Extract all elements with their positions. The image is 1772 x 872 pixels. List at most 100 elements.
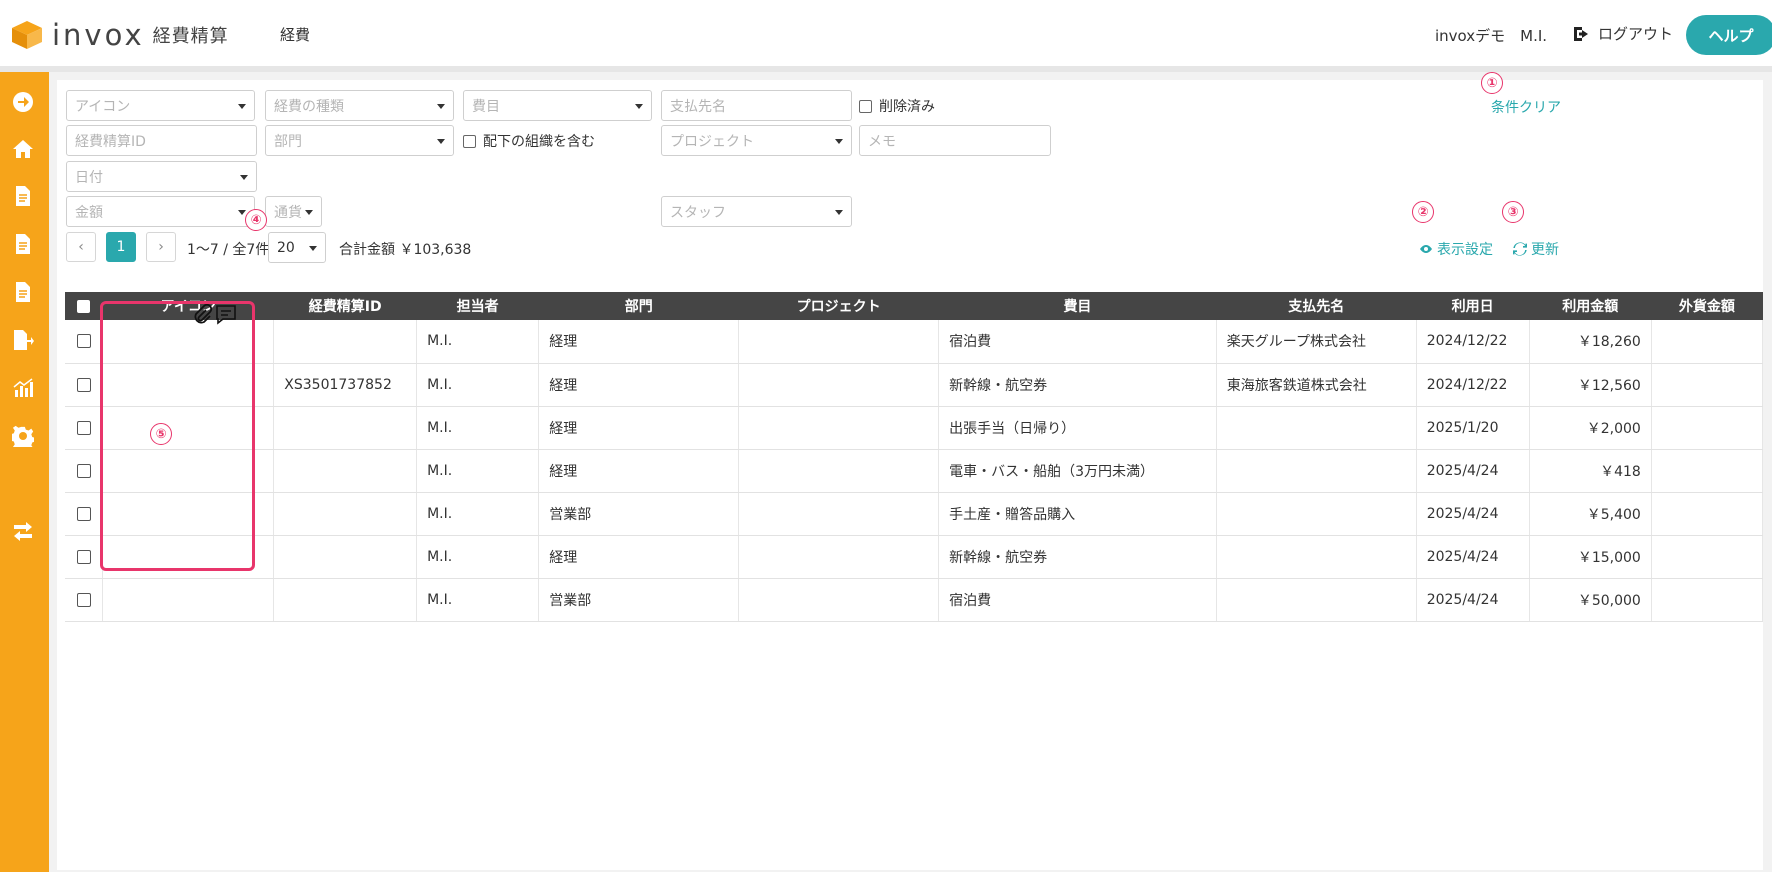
memo-input[interactable]: メモ bbox=[859, 125, 1051, 156]
col-header-date[interactable]: 利用日 bbox=[1416, 292, 1530, 320]
memo-placeholder: メモ bbox=[868, 133, 896, 150]
checkbox-box[interactable] bbox=[859, 99, 872, 113]
foreign-amount-cell bbox=[1651, 320, 1764, 364]
icon-filter-select[interactable]: アイコン bbox=[66, 90, 255, 121]
select-all-checkbox[interactable] bbox=[77, 299, 91, 313]
chevron-down-icon bbox=[309, 246, 317, 251]
col-header-payee[interactable]: 支払先名 bbox=[1216, 292, 1417, 320]
logout-button[interactable]: ログアウト bbox=[1572, 23, 1673, 44]
document-export-icon[interactable] bbox=[11, 328, 35, 352]
row-select-cell[interactable] bbox=[65, 406, 104, 450]
row-select-cell[interactable] bbox=[65, 320, 104, 364]
currency-select[interactable]: 通貨 bbox=[265, 196, 322, 227]
amount-placeholder: 金額 bbox=[75, 204, 103, 221]
row-select-cell[interactable] bbox=[65, 449, 104, 493]
expense-id-cell: XS3501737852 bbox=[273, 363, 418, 407]
col-header-staff[interactable]: 担当者 bbox=[416, 292, 540, 320]
staff-cell: M.I. bbox=[416, 535, 540, 579]
prev-page-button[interactable]: ‹ bbox=[66, 232, 96, 262]
staff-select[interactable]: スタッフ bbox=[661, 196, 852, 227]
expense-type-placeholder: 経費の種類 bbox=[274, 98, 344, 115]
col-header-foreign-amount[interactable]: 外貨金額 bbox=[1651, 292, 1764, 320]
table-row[interactable]: M.I. 営業部 手土産・贈答品購入 2025/4/24 ￥5,400 bbox=[65, 492, 1764, 536]
row-select-cell[interactable] bbox=[65, 363, 104, 407]
expense-item-cell: 新幹線・航空券 bbox=[938, 535, 1217, 579]
paperclip-icon[interactable] bbox=[191, 304, 213, 326]
row-checkbox[interactable] bbox=[76, 549, 91, 564]
payee-input[interactable]: 支払先名 bbox=[661, 90, 852, 121]
col-header-department[interactable]: 部門 bbox=[538, 292, 740, 320]
include-sub-checkbox[interactable]: 配下の組織を含む bbox=[463, 131, 595, 151]
row-checkbox[interactable] bbox=[76, 420, 91, 435]
table-row[interactable]: M.I. 営業部 宿泊費 2025/4/24 ￥50,000 bbox=[65, 578, 1764, 622]
expense-id-placeholder: 経費精算ID bbox=[75, 133, 146, 150]
document-icon[interactable] bbox=[11, 280, 35, 304]
col-header-expense-id[interactable]: 経費精算ID bbox=[273, 292, 418, 320]
app-logo[interactable]: invox 経費精算 bbox=[10, 18, 229, 52]
row-select-cell[interactable] bbox=[65, 492, 104, 536]
date-cell: 2025/4/24 bbox=[1416, 578, 1530, 622]
deleted-label: 削除済み bbox=[879, 99, 935, 115]
table-row[interactable]: M.I. 経理 宿泊費 楽天グループ株式会社 2024/12/22 ￥18,260 bbox=[65, 320, 1764, 364]
row-checkbox[interactable] bbox=[76, 592, 91, 607]
clear-conditions-link[interactable]: 条件クリア bbox=[1491, 97, 1561, 117]
table-row[interactable]: M.I. 経理 新幹線・航空券 2025/4/24 ￥15,000 bbox=[65, 535, 1764, 579]
comment-icon[interactable] bbox=[215, 304, 237, 326]
document-icon[interactable] bbox=[11, 184, 35, 208]
staff-cell: M.I. bbox=[416, 406, 540, 450]
chevron-right-icon: › bbox=[158, 239, 164, 255]
expense-table: アイコン 経費精算ID 担当者 部門 プロジェクト 費目 支払先名 利用日 利用… bbox=[65, 292, 1764, 622]
department-cell: 経理 bbox=[538, 535, 740, 579]
col-header-amount[interactable]: 利用金額 bbox=[1529, 292, 1652, 320]
date-select[interactable]: 日付 bbox=[66, 161, 257, 192]
display-settings-link[interactable]: 表示設定 bbox=[1419, 239, 1493, 259]
annotation-marker-1: ① bbox=[1481, 72, 1503, 94]
amount-cell: ￥12,560 bbox=[1529, 363, 1652, 407]
col-header-project[interactable]: プロジェクト bbox=[738, 292, 940, 320]
nav-expense[interactable]: 経費 bbox=[280, 24, 310, 45]
expense-item-select[interactable]: 費目 bbox=[463, 90, 652, 121]
arrow-right-circle-icon[interactable] bbox=[11, 90, 35, 114]
payee-cell bbox=[1216, 406, 1417, 450]
deleted-checkbox[interactable]: 削除済み bbox=[859, 96, 935, 116]
amount-cell: ￥50,000 bbox=[1529, 578, 1652, 622]
row-select-cell[interactable] bbox=[65, 578, 104, 622]
table-row[interactable]: XS3501737852 M.I. 経理 新幹線・航空券 東海旅客鉄道株式会社 2024/… bbox=[65, 363, 1764, 407]
row-checkbox[interactable] bbox=[76, 377, 91, 392]
department-select[interactable]: 部門 bbox=[265, 125, 454, 156]
gear-icon[interactable] bbox=[11, 424, 35, 448]
annotation-marker-3: ③ bbox=[1502, 201, 1524, 223]
row-select-cell[interactable] bbox=[65, 535, 104, 579]
row-checkbox[interactable] bbox=[76, 463, 91, 478]
table-row[interactable]: M.I. 経理 出張手当（日帰り） 2025/1/20 ￥2,000 bbox=[65, 406, 1764, 450]
amount-select[interactable]: 金額 bbox=[66, 196, 255, 227]
payee-cell bbox=[1216, 492, 1417, 536]
expense-item-cell: 出張手当（日帰り） bbox=[938, 406, 1217, 450]
project-select[interactable]: プロジェクト bbox=[661, 125, 852, 156]
row-checkbox[interactable] bbox=[76, 506, 91, 521]
home-icon[interactable] bbox=[11, 137, 35, 161]
page-1-button[interactable]: 1 bbox=[106, 232, 136, 262]
project-cell bbox=[738, 406, 940, 450]
chart-icon[interactable] bbox=[11, 376, 35, 400]
select-all-header[interactable] bbox=[65, 292, 104, 320]
next-page-button[interactable]: › bbox=[146, 232, 176, 262]
chevron-down-icon bbox=[835, 210, 843, 215]
expense-type-select[interactable]: 経費の種類 bbox=[265, 90, 454, 121]
row-icons bbox=[191, 304, 237, 326]
document-icon[interactable] bbox=[11, 232, 35, 256]
date-cell: 2024/12/22 bbox=[1416, 363, 1530, 407]
project-cell bbox=[738, 578, 940, 622]
transfer-icon[interactable] bbox=[11, 519, 35, 543]
expense-id-input[interactable]: 経費精算ID bbox=[66, 125, 257, 156]
row-checkbox[interactable] bbox=[76, 334, 91, 349]
staff-cell: M.I. bbox=[416, 492, 540, 536]
table-row[interactable]: M.I. 経理 電車・バス・船舶（3万円未満） 2025/4/24 ￥418 bbox=[65, 449, 1764, 493]
chevron-down-icon bbox=[437, 139, 445, 144]
col-header-expense-item[interactable]: 費目 bbox=[938, 292, 1217, 320]
refresh-link[interactable]: 更新 bbox=[1513, 239, 1559, 259]
foreign-amount-cell bbox=[1651, 535, 1764, 579]
help-button[interactable]: ヘルプ bbox=[1686, 15, 1772, 55]
per-page-select[interactable]: 20 bbox=[268, 232, 326, 263]
checkbox-box[interactable] bbox=[463, 134, 476, 148]
